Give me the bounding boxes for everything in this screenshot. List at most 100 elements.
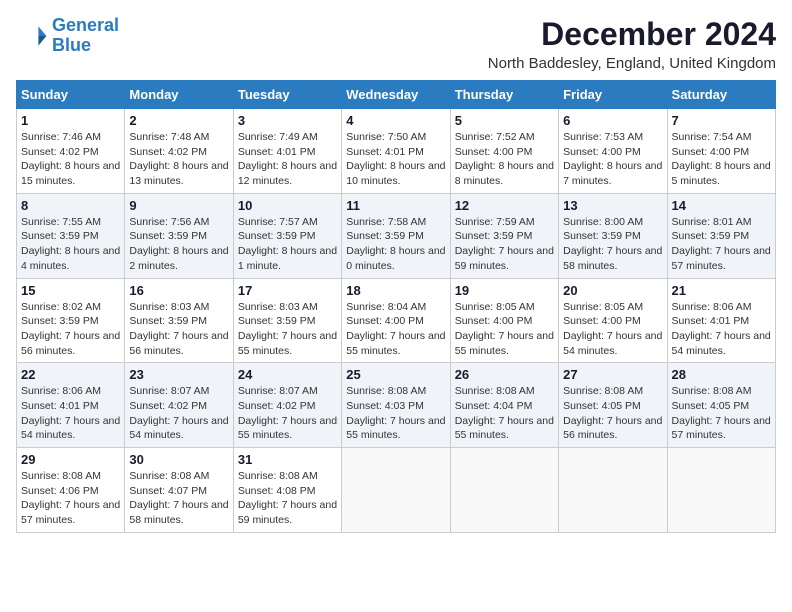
day-detail: Sunrise: 7:58 AMSunset: 3:59 PMDaylight:… xyxy=(346,215,445,274)
calendar-day-cell: 5Sunrise: 7:52 AMSunset: 4:00 PMDaylight… xyxy=(450,109,558,194)
day-detail: Sunrise: 7:54 AMSunset: 4:00 PMDaylight:… xyxy=(672,130,771,189)
day-number: 23 xyxy=(129,367,228,382)
weekday-header-wednesday: Wednesday xyxy=(342,81,450,109)
calendar-day-cell: 6 Sunrise: 7:53 AMSunset: 4:00 PMDaylight… xyxy=(559,109,667,194)
day-number: 28 xyxy=(672,367,771,382)
calendar-day-cell: 9 Sunrise: 7:56 AMSunset: 3:59 PMDaylight… xyxy=(125,193,233,278)
calendar-day-cell: 17Sunrise: 8:03 AMSunset: 3:59 PMDayligh… xyxy=(233,278,341,363)
day-detail: Sunrise: 7:53 AMSunset: 4:00 PMDaylight:… xyxy=(563,130,662,189)
day-detail: Sunrise: 8:08 AMSunset: 4:08 PMDaylight:… xyxy=(238,469,337,528)
day-number: 1 xyxy=(21,113,120,128)
calendar-day-cell: 12 Sunrise: 7:59 AMSunset: 3:59 PMDayligh… xyxy=(450,193,558,278)
calendar-day-cell: 10 Sunrise: 7:57 AMSunset: 3:59 PMDayligh… xyxy=(233,193,341,278)
day-number: 21 xyxy=(672,283,771,298)
calendar-day-cell: 18Sunrise: 8:04 AMSunset: 4:00 PMDayligh… xyxy=(342,278,450,363)
calendar-week-row: 15Sunrise: 8:02 AMSunset: 3:59 PMDayligh… xyxy=(17,278,776,363)
calendar-day-cell: 15Sunrise: 8:02 AMSunset: 3:59 PMDayligh… xyxy=(17,278,125,363)
day-detail: Sunrise: 7:56 AMSunset: 3:59 PMDaylight:… xyxy=(129,215,228,274)
calendar-week-row: 29 Sunrise: 8:08 AMSunset: 4:06 PMDayligh… xyxy=(17,448,776,533)
day-detail: Sunrise: 7:46 AMSunset: 4:02 PMDaylight:… xyxy=(21,130,120,189)
weekday-header-sunday: Sunday xyxy=(17,81,125,109)
day-detail: Sunrise: 8:08 AMSunset: 4:07 PMDaylight:… xyxy=(129,469,228,528)
day-number: 30 xyxy=(129,452,228,467)
day-detail: Sunrise: 8:07 AMSunset: 4:02 PMDaylight:… xyxy=(238,384,337,443)
calendar-day-cell: 7 Sunrise: 7:54 AMSunset: 4:00 PMDaylight… xyxy=(667,109,775,194)
calendar-day-cell: 19 Sunrise: 8:05 AMSunset: 4:00 PMDayligh… xyxy=(450,278,558,363)
logo-text: General Blue xyxy=(52,16,119,56)
day-detail: Sunrise: 8:06 AMSunset: 4:01 PMDaylight:… xyxy=(21,384,120,443)
weekday-header-friday: Friday xyxy=(559,81,667,109)
calendar-day-cell: 30 Sunrise: 8:08 AMSunset: 4:07 PMDayligh… xyxy=(125,448,233,533)
calendar-day-cell: 20 Sunrise: 8:05 AMSunset: 4:00 PMDayligh… xyxy=(559,278,667,363)
day-detail: Sunrise: 8:08 AMSunset: 4:05 PMDaylight:… xyxy=(563,384,662,443)
day-detail: Sunrise: 8:08 AMSunset: 4:04 PMDaylight:… xyxy=(455,384,554,443)
weekday-header-tuesday: Tuesday xyxy=(233,81,341,109)
calendar-day-cell: 14 Sunrise: 8:01 AMSunset: 3:59 PMDayligh… xyxy=(667,193,775,278)
day-detail: Sunrise: 7:57 AMSunset: 3:59 PMDaylight:… xyxy=(238,215,337,274)
logo: General Blue xyxy=(16,16,119,56)
day-detail: Sunrise: 8:08 AMSunset: 4:06 PMDaylight:… xyxy=(21,469,120,528)
calendar-day-cell xyxy=(342,448,450,533)
calendar-week-row: 1 Sunrise: 7:46 AMSunset: 4:02 PMDaylight… xyxy=(17,109,776,194)
day-number: 6 xyxy=(563,113,662,128)
day-detail: Sunrise: 7:48 AMSunset: 4:02 PMDaylight:… xyxy=(129,130,228,189)
logo-icon xyxy=(16,20,48,52)
day-number: 13 xyxy=(563,198,662,213)
day-number: 9 xyxy=(129,198,228,213)
day-detail: Sunrise: 7:55 AMSunset: 3:59 PMDaylight:… xyxy=(21,215,120,274)
day-detail: Sunrise: 8:06 AMSunset: 4:01 PMDaylight:… xyxy=(672,300,771,359)
calendar-day-cell: 2 Sunrise: 7:48 AMSunset: 4:02 PMDaylight… xyxy=(125,109,233,194)
calendar-day-cell: 4Sunrise: 7:50 AMSunset: 4:01 PMDaylight… xyxy=(342,109,450,194)
calendar-day-cell xyxy=(450,448,558,533)
day-number: 7 xyxy=(672,113,771,128)
day-number: 27 xyxy=(563,367,662,382)
weekday-header-saturday: Saturday xyxy=(667,81,775,109)
day-number: 19 xyxy=(455,283,554,298)
day-detail: Sunrise: 7:49 AMSunset: 4:01 PMDaylight:… xyxy=(238,130,337,189)
title-area: December 2024 North Baddesley, England, … xyxy=(488,16,776,72)
day-detail: Sunrise: 8:05 AMSunset: 4:00 PMDaylight:… xyxy=(563,300,662,359)
calendar-day-cell: 28Sunrise: 8:08 AMSunset: 4:05 PMDayligh… xyxy=(667,363,775,448)
day-detail: Sunrise: 8:03 AMSunset: 3:59 PMDaylight:… xyxy=(129,300,228,359)
day-number: 11 xyxy=(346,198,445,213)
day-number: 14 xyxy=(672,198,771,213)
calendar-table: SundayMondayTuesdayWednesdayThursdayFrid… xyxy=(16,80,776,533)
calendar-day-cell xyxy=(559,448,667,533)
calendar-day-cell: 13Sunrise: 8:00 AMSunset: 3:59 PMDayligh… xyxy=(559,193,667,278)
day-number: 17 xyxy=(238,283,337,298)
day-number: 22 xyxy=(21,367,120,382)
calendar-day-cell: 25Sunrise: 8:08 AMSunset: 4:03 PMDayligh… xyxy=(342,363,450,448)
day-number: 20 xyxy=(563,283,662,298)
calendar-day-cell: 3 Sunrise: 7:49 AMSunset: 4:01 PMDaylight… xyxy=(233,109,341,194)
day-number: 15 xyxy=(21,283,120,298)
day-detail: Sunrise: 8:04 AMSunset: 4:00 PMDaylight:… xyxy=(346,300,445,359)
day-detail: Sunrise: 8:01 AMSunset: 3:59 PMDaylight:… xyxy=(672,215,771,274)
calendar-day-cell: 16 Sunrise: 8:03 AMSunset: 3:59 PMDayligh… xyxy=(125,278,233,363)
day-number: 29 xyxy=(21,452,120,467)
day-detail: Sunrise: 7:59 AMSunset: 3:59 PMDaylight:… xyxy=(455,215,554,274)
calendar-week-row: 22 Sunrise: 8:06 AMSunset: 4:01 PMDayligh… xyxy=(17,363,776,448)
day-number: 10 xyxy=(238,198,337,213)
day-number: 25 xyxy=(346,367,445,382)
day-detail: Sunrise: 8:05 AMSunset: 4:00 PMDaylight:… xyxy=(455,300,554,359)
day-number: 8 xyxy=(21,198,120,213)
day-number: 16 xyxy=(129,283,228,298)
day-number: 3 xyxy=(238,113,337,128)
calendar-day-cell: 23 Sunrise: 8:07 AMSunset: 4:02 PMDayligh… xyxy=(125,363,233,448)
weekday-header-thursday: Thursday xyxy=(450,81,558,109)
month-title: December 2024 xyxy=(488,16,776,53)
weekday-header-monday: Monday xyxy=(125,81,233,109)
day-number: 12 xyxy=(455,198,554,213)
day-number: 24 xyxy=(238,367,337,382)
calendar-day-cell: 1 Sunrise: 7:46 AMSunset: 4:02 PMDaylight… xyxy=(17,109,125,194)
calendar-day-cell: 11 Sunrise: 7:58 AMSunset: 3:59 PMDayligh… xyxy=(342,193,450,278)
day-number: 2 xyxy=(129,113,228,128)
day-detail: Sunrise: 8:07 AMSunset: 4:02 PMDaylight:… xyxy=(129,384,228,443)
header: General Blue December 2024 North Baddesl… xyxy=(16,16,776,72)
calendar-day-cell: 21 Sunrise: 8:06 AMSunset: 4:01 PMDayligh… xyxy=(667,278,775,363)
day-number: 31 xyxy=(238,452,337,467)
calendar-day-cell: 27 Sunrise: 8:08 AMSunset: 4:05 PMDayligh… xyxy=(559,363,667,448)
day-detail: Sunrise: 7:50 AMSunset: 4:01 PMDaylight:… xyxy=(346,130,445,189)
weekday-header-row: SundayMondayTuesdayWednesdayThursdayFrid… xyxy=(17,81,776,109)
calendar-day-cell: 24 Sunrise: 8:07 AMSunset: 4:02 PMDayligh… xyxy=(233,363,341,448)
